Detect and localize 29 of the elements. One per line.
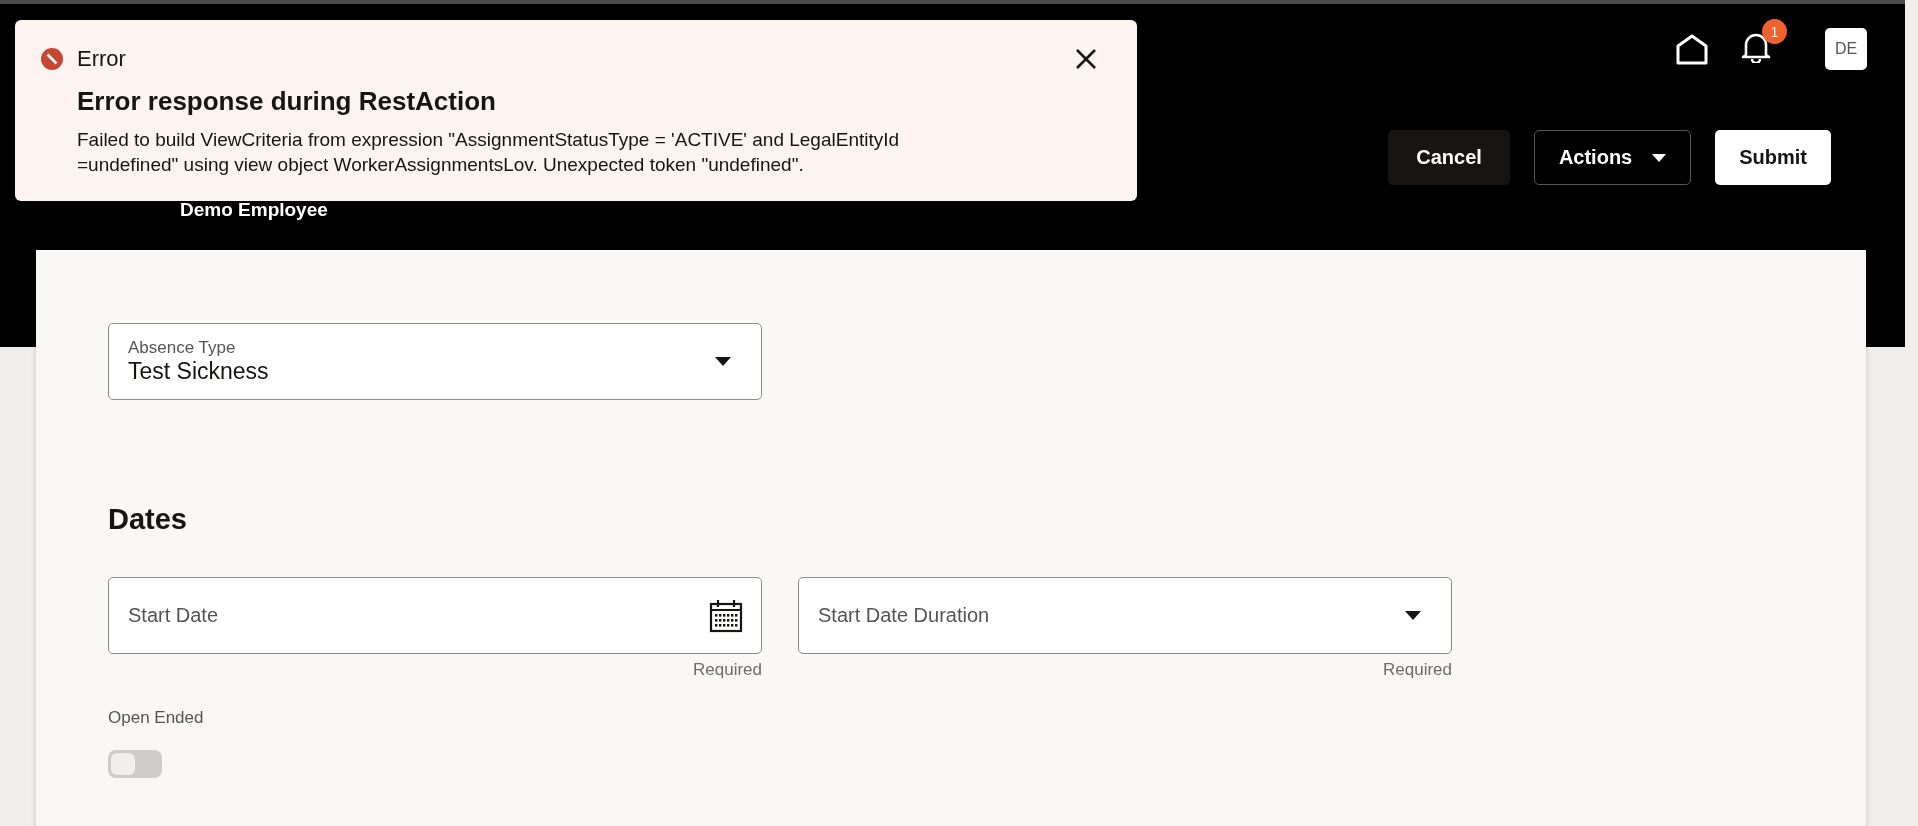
employee-name: Demo Employee — [180, 199, 328, 221]
required-hint: Required — [693, 660, 762, 680]
banner-label: Error — [77, 46, 126, 72]
open-ended-switch[interactable] — [108, 750, 162, 778]
section-heading: Dates — [108, 503, 187, 536]
banner-title: Error response during RestAction — [77, 86, 497, 117]
toggle-label: Open Ended — [108, 708, 204, 728]
field-label: Absence Type — [128, 338, 237, 358]
caret-icon — [1652, 153, 1667, 162]
close-icon[interactable] — [1075, 48, 1097, 70]
placeholder: Start Date Duration — [818, 604, 990, 627]
date-field[interactable]: Start Date — [108, 577, 762, 654]
error-icon — [41, 48, 63, 70]
dropdown-icon — [715, 357, 731, 366]
dropdown-icon — [1405, 611, 1421, 620]
cancel-button[interactable]: Cancel — [1388, 130, 1510, 185]
notification-badge: 1 — [1762, 19, 1787, 44]
select-field[interactable]: Start Date Duration — [798, 577, 1452, 654]
banner-message: Failed to build ViewCriteria from expression "AssignmentStatusType = 'ACTIVE' and LegalEntityId =undefined" using view object WorkerAssignmentsLov. Unexpected token "undefined". — [77, 128, 901, 177]
bell-icon[interactable] — [1741, 31, 1771, 63]
home-icon[interactable] — [1675, 33, 1709, 65]
absence-type-select[interactable]: Absence Type Test Sickness — [108, 323, 762, 400]
calendar-icon[interactable] — [709, 598, 743, 633]
placeholder: Start Date — [128, 604, 219, 627]
field-value: Test Sickness — [128, 358, 269, 385]
submit-button[interactable]: Submit — [1715, 130, 1831, 185]
required-hint: Required — [1383, 660, 1452, 680]
user-avatar[interactable]: DE — [1825, 28, 1867, 70]
actions-menu-button[interactable]: Actions — [1533, 130, 1692, 185]
